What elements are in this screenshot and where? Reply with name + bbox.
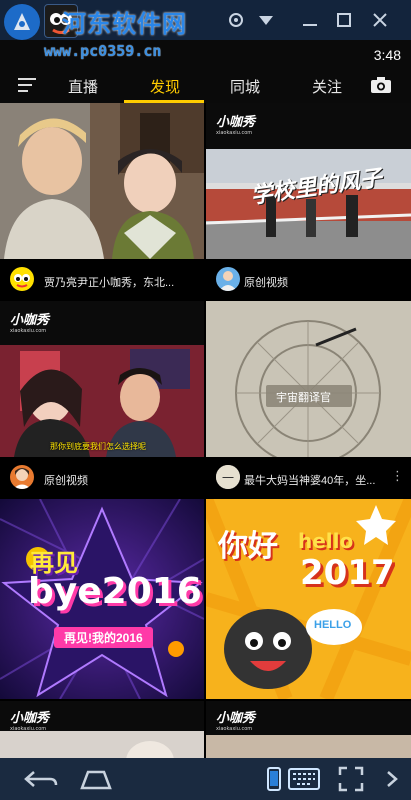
- maximize-icon[interactable]: [334, 10, 354, 30]
- watermark-logo-icon: [4, 4, 40, 40]
- status-time: 3:48: [373, 47, 401, 63]
- video-thumbnail: [0, 103, 204, 259]
- watermark-title: 河东软件网: [62, 9, 187, 38]
- home-icon[interactable]: [78, 768, 114, 790]
- video-card[interactable]: 贾乃亮尹正小咖秀，东北...: [0, 103, 204, 299]
- video-caption: 贾乃亮尹正小咖秀，东北...: [44, 277, 175, 289]
- keyboard-icon[interactable]: [288, 768, 320, 790]
- video-caption: 最牛大妈当神婆40年，坐...: [244, 475, 376, 487]
- avatar[interactable]: [10, 267, 34, 291]
- video-thumbnail: [206, 301, 411, 457]
- poster-bubble-text: HELLO: [314, 619, 352, 631]
- tab-discover[interactable]: 发现: [150, 76, 180, 97]
- poster-title-line1: 你好: [218, 529, 278, 564]
- fullscreen-icon[interactable]: [338, 766, 364, 792]
- settings-gear-icon[interactable]: [226, 10, 246, 30]
- minimize-icon[interactable]: [300, 10, 320, 30]
- video-overlay-text: 宇宙翻译官: [276, 392, 331, 404]
- brand-watermark: 小咖秀 xiaokaxiu.com: [216, 115, 256, 136]
- svg-text:一: 一: [222, 471, 234, 485]
- close-icon[interactable]: [370, 10, 390, 30]
- poster-title-line2: hello: [298, 529, 354, 553]
- rotate-screen-icon[interactable]: [266, 766, 282, 792]
- brand-watermark: 小咖秀 xiaokaxiu.com: [10, 313, 50, 334]
- video-subtitle: 那你到底要我们怎么选择呢: [50, 442, 146, 451]
- avatar[interactable]: 一: [216, 465, 240, 489]
- brand-watermark: 小咖秀 xiaokaxiu.com: [216, 711, 256, 732]
- video-feed-grid: 贾乃亮尹正小咖秀，东北... 小咖秀 xiaokaxiu.com 学校里的风子 原…: [0, 103, 411, 758]
- more-options-icon[interactable]: ⋮: [391, 469, 404, 484]
- camera-icon[interactable]: [370, 76, 392, 94]
- tab-nearby[interactable]: 同城: [230, 76, 260, 97]
- back-icon[interactable]: [22, 768, 58, 790]
- emulator-nav-bar: [0, 758, 411, 800]
- video-card[interactable]: 小咖秀 xiaokaxiu.com 那你到底要我们怎么选择呢 原创视频: [0, 301, 204, 497]
- menu-icon[interactable]: [18, 77, 38, 93]
- tab-live[interactable]: 直播: [68, 76, 98, 97]
- tab-following[interactable]: 关注: [312, 76, 342, 97]
- poster-title-line2: bye2016: [28, 571, 202, 612]
- video-caption: 原创视频: [244, 277, 288, 289]
- poster-subtitle: 再见!我的2016: [54, 627, 153, 648]
- emulator-title-bar: 河东软件网: [0, 0, 411, 40]
- avatar[interactable]: [10, 465, 34, 489]
- chevron-right-icon[interactable]: [386, 770, 398, 788]
- video-card[interactable]: 小咖秀 xiaokaxiu.com 学校里的风子 原创视频: [206, 103, 411, 299]
- video-card[interactable]: 你好 hello 2017 HELLO: [206, 499, 411, 699]
- video-card[interactable]: 小咖秀 xiaokaxiu.com: [0, 701, 204, 758]
- top-tab-bar: [0, 66, 411, 103]
- video-card[interactable]: 再见 bye2016 再见!我的2016: [0, 499, 204, 699]
- video-card[interactable]: 小咖秀 xiaokaxiu.com: [206, 701, 411, 758]
- video-card[interactable]: 宇宙翻译官 一 最牛大妈当神婆40年，坐... ⋮: [206, 301, 411, 497]
- poster-title-line3: 2017: [300, 553, 395, 593]
- video-caption: 原创视频: [44, 475, 88, 487]
- avatar[interactable]: [216, 267, 240, 291]
- dropdown-menu-icon[interactable]: [256, 10, 276, 30]
- brand-watermark: 小咖秀 xiaokaxiu.com: [10, 711, 50, 732]
- watermark-url: www.pc0359.cn: [44, 42, 162, 60]
